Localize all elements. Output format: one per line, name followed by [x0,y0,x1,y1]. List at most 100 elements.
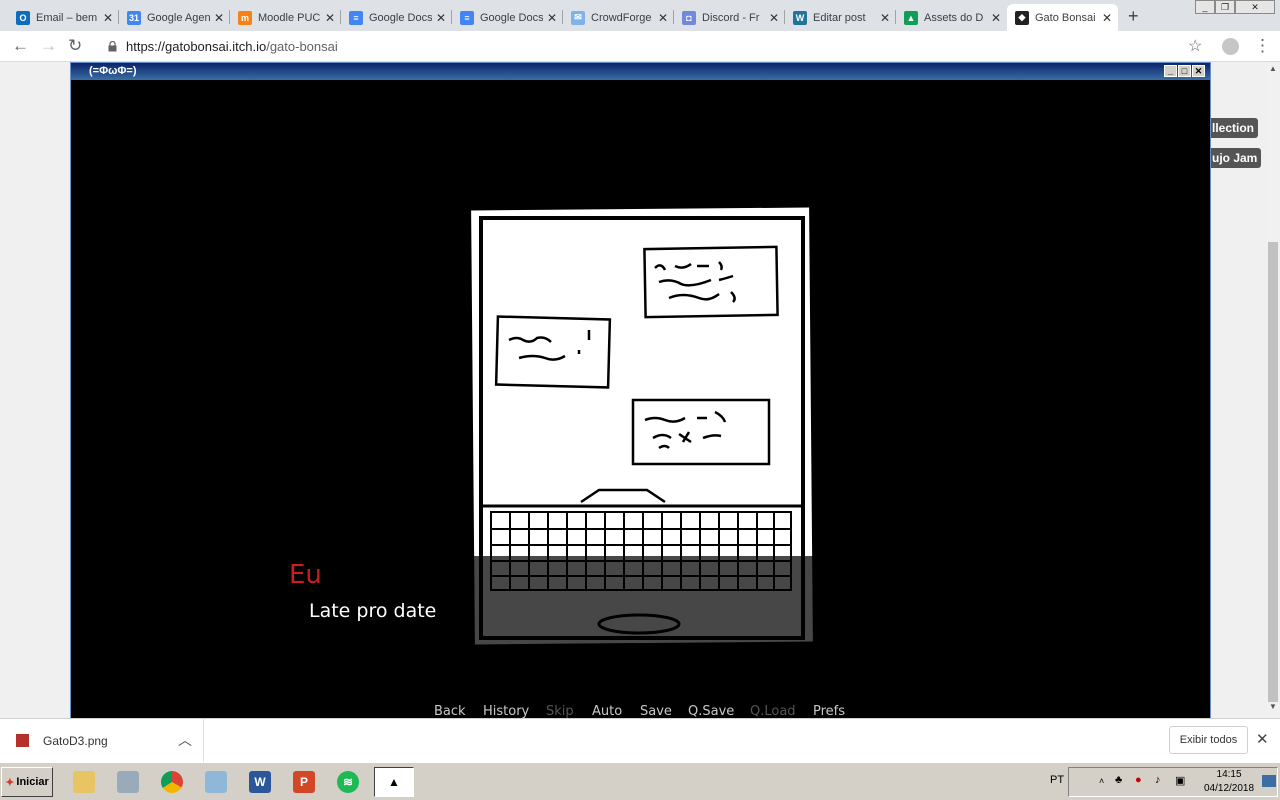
tab-close-icon[interactable]: ✕ [436,11,446,25]
side-tag-collection[interactable]: llection [1208,118,1259,138]
quick-menu-back[interactable]: Back [434,704,466,719]
game-minimize-button[interactable]: _ [1164,65,1177,77]
start-button[interactable]: ✦ Iniciar [1,767,53,797]
tray-expand-icon[interactable]: ˄ [1099,776,1104,786]
show-desktop-icon[interactable] [1262,775,1276,787]
start-label: Iniciar [16,776,49,788]
url-field[interactable]: https://gatobonsai.itch.io/gato-bonsai [126,39,338,54]
game-close-button[interactable]: ✕ [1192,65,1205,77]
browser-tab[interactable]: ◘ Discord - Fr ✕ [674,4,785,31]
scroll-down-icon[interactable]: ▼ [1269,702,1277,711]
back-arrow-icon[interactable]: ← [12,36,29,56]
tray-app-icon[interactable]: ♣ [1115,774,1122,786]
url-path: /gato-bonsai [266,39,338,54]
windows-logo-icon: ✦ [5,776,15,789]
scrollbar-thumb[interactable] [1268,242,1278,702]
taskbar-calculator[interactable] [110,767,146,797]
taskbar: ✦ Iniciar W P ≋ ▲ PT ˄ ♣ ● ♪ ▣ 14:15 04/… [0,762,1280,800]
tab-close-icon[interactable]: ✕ [658,11,668,25]
tab-favicon-icon: ◘ [682,10,696,25]
url-host: https://gatobonsai.itch.io [126,39,267,54]
browser-tab[interactable]: ✉ CrowdForge ✕ [563,4,674,31]
address-toolbar: ← → ↻ https://gatobonsai.itch.io/gato-bo… [0,31,1280,62]
bookmark-star-icon[interactable]: ☆ [1188,36,1202,56]
profile-avatar[interactable] [1222,38,1239,55]
taskbar-notepad[interactable] [198,767,234,797]
tab-favicon-icon: ✉ [571,10,585,25]
quick-menu-qload[interactable]: Q.Load [750,704,796,719]
game-window: (=ΦωΦ=) _ □ ✕ Eu Late pro date Back Hist… [70,62,1211,720]
volume-icon[interactable]: ♪ [1155,774,1161,786]
browser-tab[interactable]: ≡ Google Docs ✕ [341,4,452,31]
menu-kebab-icon[interactable]: ⋮ [1254,36,1271,56]
browser-tab[interactable]: m Moodle PUC ✕ [230,4,341,31]
tab-favicon-icon: ◆ [1015,10,1029,25]
dialogue-text: Late pro date [309,600,437,622]
tab-favicon-icon: O [16,10,30,25]
chrome-icon [161,771,183,793]
browser-tab[interactable]: O Email – bem ✕ [8,4,119,31]
game-canvas[interactable]: Eu Late pro date Back History Skip Auto … [71,80,1210,719]
spotify-icon: ≋ [337,771,359,793]
tab-close-icon[interactable]: ✕ [325,11,335,25]
chevron-up-icon[interactable]: ︿ [178,730,192,750]
show-all-downloads-button[interactable]: Exibir todos [1169,726,1248,754]
tab-title: Google Docs [369,11,432,24]
browser-tab[interactable]: W Editar post ✕ [785,4,896,31]
restore-button[interactable]: ❐ [1215,0,1235,14]
browser-tab[interactable]: ▲ Assets do D ✕ [896,4,1007,31]
close-downloads-icon[interactable]: ✕ [1256,730,1269,748]
tab-close-icon[interactable]: ✕ [214,11,224,25]
new-tab-button[interactable]: + [1128,6,1139,27]
browser-tab[interactable]: 31 Google Agen ✕ [119,4,230,31]
scroll-up-icon[interactable]: ▲ [1269,64,1277,73]
tab-close-icon[interactable]: ✕ [103,11,113,25]
browser-tab[interactable]: ◆ Gato Bonsai ✕ [1007,4,1118,31]
network-icon[interactable]: ▣ [1175,774,1185,787]
tab-title: Discord - Fr [702,11,760,24]
download-item[interactable]: GatoD3.png ︿ [0,719,204,763]
side-tag-jam[interactable]: ujo Jam [1208,148,1262,168]
taskbar-gato-bonsai[interactable]: ▲ [374,767,414,797]
clock[interactable]: 14:15 04/12/2018 [1204,768,1254,796]
forward-arrow-icon[interactable]: → [40,36,57,56]
taskbar-powerpoint[interactable]: P [286,767,322,797]
tab-title: Gato Bonsai [1035,11,1096,24]
game-maximize-button[interactable]: □ [1178,65,1191,77]
laptop-drawing [469,205,815,652]
tab-title: Google Docs [480,11,543,24]
tab-title: Assets do D [924,11,984,24]
tab-close-icon[interactable]: ✕ [547,11,557,25]
tab-close-icon[interactable]: ✕ [1102,11,1112,25]
tray-security-icon[interactable]: ● [1135,774,1142,786]
taskbar-spotify[interactable]: ≋ [330,767,366,797]
tab-close-icon[interactable]: ✕ [769,11,779,25]
reload-icon[interactable]: ↻ [68,36,82,56]
taskbar-explorer[interactable] [66,767,102,797]
quick-menu-history[interactable]: History [483,704,529,719]
quick-menu-auto[interactable]: Auto [592,704,622,719]
language-indicator[interactable]: PT [1050,774,1064,786]
calculator-icon [117,771,139,793]
taskbar-word[interactable]: W [242,767,278,797]
page-scrollbar[interactable]: ▲ ▼ [1266,62,1280,718]
cat-icon: ▲ [383,771,405,793]
downloads-bar: GatoD3.png ︿ Exibir todos ✕ [0,718,1280,763]
game-window-titlebar[interactable]: (=ΦωΦ=) _ □ ✕ [71,63,1210,80]
tab-close-icon[interactable]: ✕ [880,11,890,25]
close-window-button[interactable]: ✕ [1235,0,1275,14]
quick-menu-skip[interactable]: Skip [546,704,574,719]
quick-menu-qsave[interactable]: Q.Save [688,704,734,719]
minimize-button[interactable]: _ [1195,0,1215,14]
tab-close-icon[interactable]: ✕ [991,11,1001,25]
tab-favicon-icon: ▲ [904,10,918,25]
tab-favicon-icon: m [238,10,252,25]
tab-title: Email – bem [36,11,98,24]
browser-tab[interactable]: ≡ Google Docs ✕ [452,4,563,31]
quick-menu-save[interactable]: Save [640,704,672,719]
taskbar-chrome[interactable] [154,767,190,797]
powerpoint-icon: P [293,771,315,793]
tab-favicon-icon: ≡ [349,10,363,25]
lock-icon [108,41,117,52]
quick-menu-prefs[interactable]: Prefs [813,704,845,719]
